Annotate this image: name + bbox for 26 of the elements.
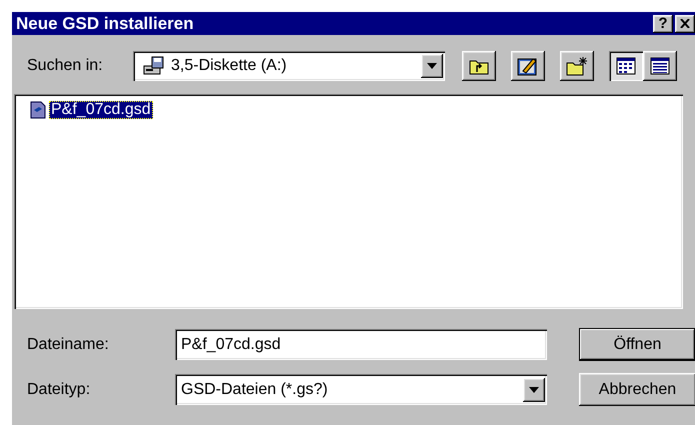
help-button[interactable]: ? [653, 14, 673, 32]
file-name-label: Dateiname: [27, 336, 110, 354]
close-button[interactable] [675, 14, 695, 32]
file-type-label: Dateityp: [27, 380, 92, 398]
list-view-icon [616, 57, 636, 75]
open-button[interactable]: Öffnen [579, 328, 695, 361]
floppy-drive-icon [143, 56, 165, 76]
desktop-pen-icon [517, 56, 539, 76]
file-type-value: GSD-Dateien (*.gs?) [181, 380, 329, 398]
window-title: Neue GSD installieren [16, 14, 195, 34]
file-type-dropdown[interactable]: GSD-Dateien (*.gs?) [175, 374, 547, 405]
cancel-button[interactable]: Abbrechen [579, 373, 695, 406]
new-folder-button[interactable] [560, 51, 594, 81]
desktop-button[interactable] [511, 51, 545, 81]
look-in-label: Suchen in: [27, 57, 104, 75]
file-icon [30, 101, 46, 119]
look-in-value: 3,5-Diskette (A:) [171, 57, 287, 75]
file-name-field[interactable]: P&f_07cd.gsd [175, 329, 547, 360]
list-view-button[interactable] [609, 51, 643, 81]
details-view-button[interactable] [643, 51, 677, 81]
up-folder-button[interactable] [462, 51, 496, 81]
file-item[interactable]: P&f_07cd.gsd [49, 101, 153, 119]
new-folder-icon [566, 56, 588, 76]
details-view-icon [650, 57, 670, 75]
look-in-dropdown[interactable]: 3,5-Diskette (A:) [133, 51, 445, 81]
close-icon [680, 19, 690, 28]
